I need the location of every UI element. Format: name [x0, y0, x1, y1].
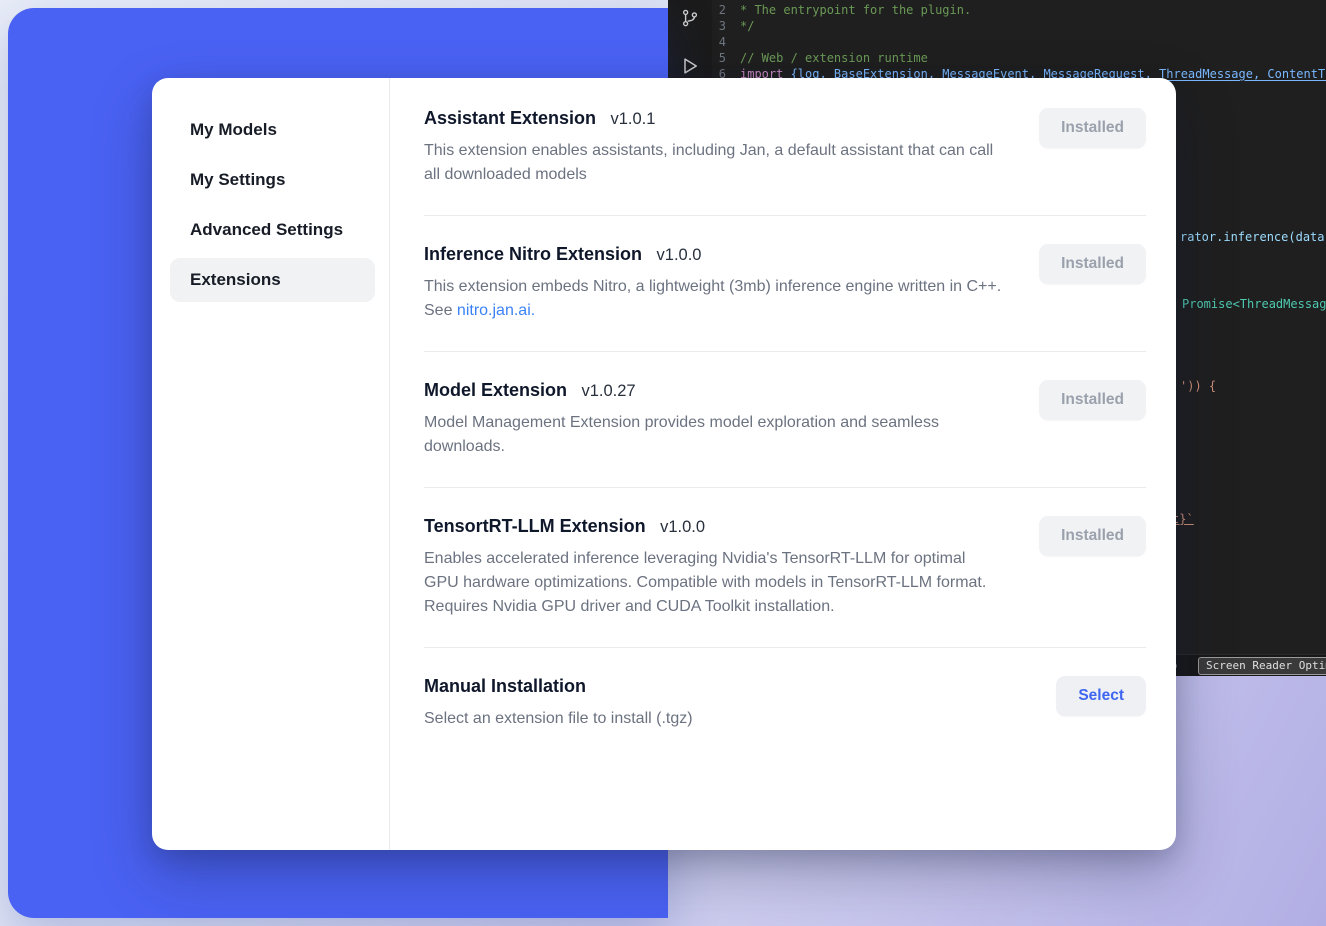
extension-description: Enables accelerated inference leveraging… [424, 547, 1002, 619]
sidebar-item-my-settings[interactable]: My Settings [170, 158, 375, 202]
extension-title-line: Inference Nitro Extension v1.0.0 [424, 244, 1002, 265]
sidebar-item-my-models[interactable]: My Models [170, 108, 375, 152]
installed-button[interactable]: Installed [1039, 244, 1146, 284]
code-fragment: rator.inference(data)); [1180, 229, 1326, 245]
extension-info: Assistant Extension v1.0.1 This extensio… [424, 108, 1002, 187]
extension-row-assistant: Assistant Extension v1.0.1 This extensio… [424, 78, 1146, 216]
extension-info: TensortRT-LLM Extension v1.0.0 Enables a… [424, 516, 1002, 619]
extension-row-tensorrt: TensortRT-LLM Extension v1.0.0 Enables a… [424, 488, 1146, 648]
extension-title: Assistant Extension [424, 108, 596, 128]
extension-version: v1.0.1 [611, 110, 656, 128]
code-line: 3 */ [668, 18, 1326, 34]
code-fragment: ')) { [1180, 378, 1216, 394]
description-text: Select an extension file to install (.tg… [424, 710, 693, 727]
extension-title: TensortRT-LLM Extension [424, 516, 646, 536]
line-number: 2 [668, 2, 740, 18]
extension-title-line: TensortRT-LLM Extension v1.0.0 [424, 516, 1002, 537]
desktop-background: 2 * The entrypoint for the plugin. 3 */ … [0, 0, 1326, 926]
extension-info: Inference Nitro Extension v1.0.0 This ex… [424, 244, 1002, 323]
code-line: 5 // Web / extension runtime [668, 50, 1326, 66]
line-number: 3 [668, 18, 740, 34]
extension-version: v1.0.0 [657, 246, 702, 264]
extension-version: v1.0.0 [660, 518, 705, 536]
extension-description: This extension enables assistants, inclu… [424, 139, 1002, 187]
code-line: 4 [668, 34, 1326, 50]
sidebar-item-advanced-settings[interactable]: Advanced Settings [170, 208, 375, 252]
settings-sidebar: My Models My Settings Advanced Settings … [152, 78, 390, 850]
extension-description: Model Management Extension provides mode… [424, 411, 1002, 459]
manual-installation-row: Manual Installation Select an extension … [424, 648, 1146, 759]
extension-row-nitro: Inference Nitro Extension v1.0.0 This ex… [424, 216, 1146, 352]
code-text: // Web / extension runtime [740, 50, 928, 66]
code-line: 2 * The entrypoint for the plugin. [668, 2, 1326, 18]
code-fragment: Promise<ThreadMessage> [1182, 296, 1326, 312]
code-text: */ [740, 18, 754, 34]
description-text: Enables accelerated inference leveraging… [424, 550, 986, 615]
sidebar-item-extensions[interactable]: Extensions [170, 258, 375, 302]
installed-button[interactable]: Installed [1039, 108, 1146, 148]
nitro-jan-ai-link[interactable]: nitro.jan.ai. [457, 302, 535, 319]
code-area: 2 * The entrypoint for the plugin. 3 */ … [668, 2, 1326, 82]
installed-button[interactable]: Installed [1039, 516, 1146, 556]
code-text: * The entrypoint for the plugin. [740, 2, 971, 18]
extension-info: Model Extension v1.0.27 Model Management… [424, 380, 1002, 459]
extension-title-line: Model Extension v1.0.27 [424, 380, 1002, 401]
extension-description: This extension embeds Nitro, a lightweig… [424, 275, 1002, 323]
description-text: Model Management Extension provides mode… [424, 414, 939, 455]
extension-title-line: Assistant Extension v1.0.1 [424, 108, 1002, 129]
select-file-button[interactable]: Select [1056, 676, 1146, 716]
line-number: 5 [668, 50, 740, 66]
extensions-panel: Assistant Extension v1.0.1 This extensio… [390, 78, 1176, 850]
manual-installation-description: Select an extension file to install (.tg… [424, 707, 693, 731]
extension-row-model: Model Extension v1.0.27 Model Management… [424, 352, 1146, 488]
extension-title-line: Manual Installation [424, 676, 693, 697]
screen-reader-optimized-badge[interactable]: Screen Reader Optimized [1198, 657, 1326, 675]
extension-title: Model Extension [424, 380, 567, 400]
extension-version: v1.0.27 [581, 382, 635, 400]
extension-title: Inference Nitro Extension [424, 244, 642, 264]
settings-modal: My Models My Settings Advanced Settings … [152, 78, 1176, 850]
installed-button[interactable]: Installed [1039, 380, 1146, 420]
line-number: 4 [668, 34, 740, 50]
extension-info: Manual Installation Select an extension … [424, 676, 693, 731]
manual-installation-title: Manual Installation [424, 676, 586, 696]
description-text: This extension enables assistants, inclu… [424, 142, 993, 183]
